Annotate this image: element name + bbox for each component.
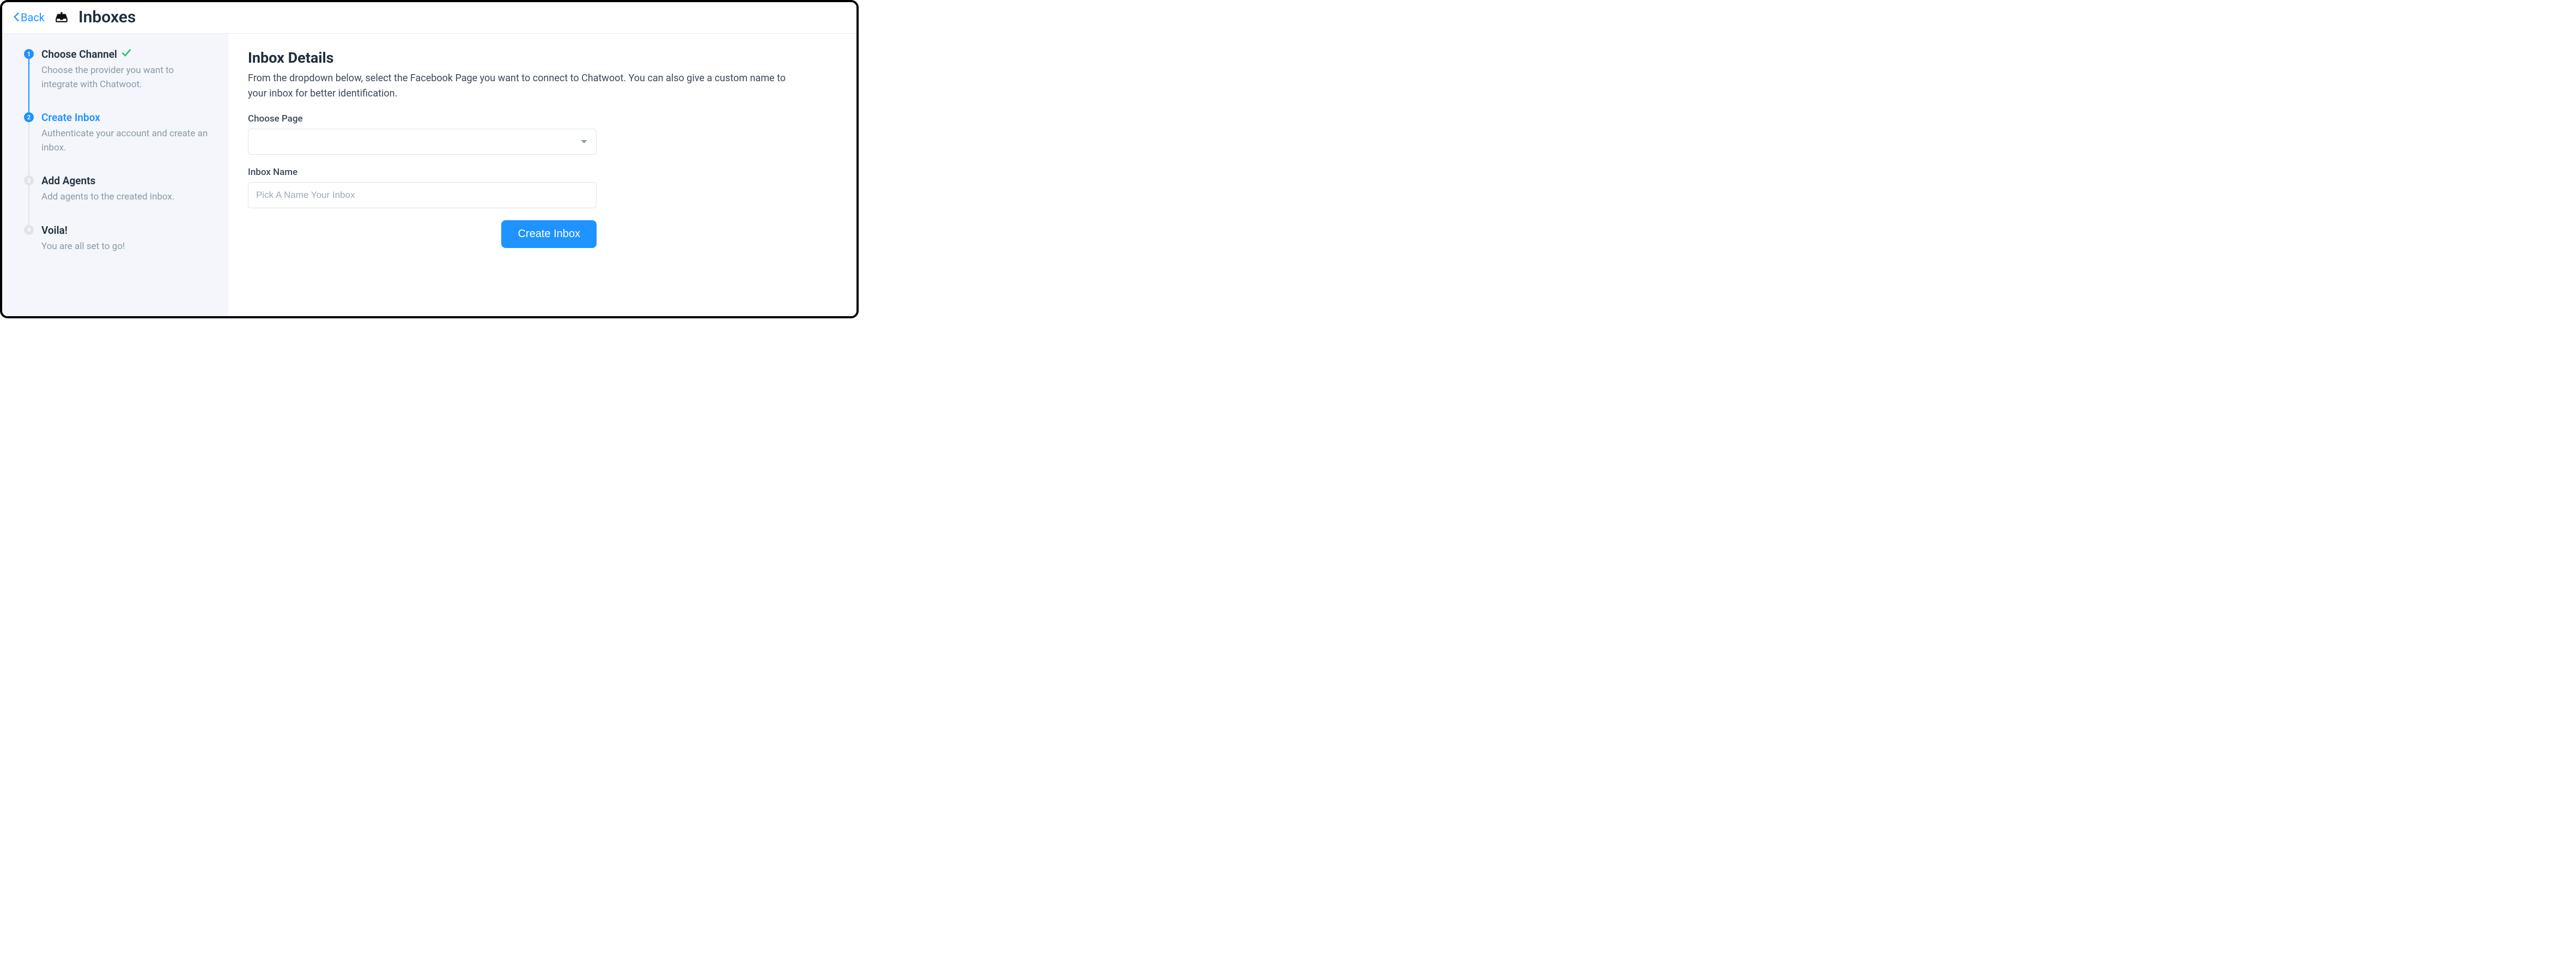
- step-number-badge: 2: [24, 112, 34, 122]
- wizard-steps: 1 Choose Channel Choose the provider you…: [24, 48, 218, 253]
- step-desc: You are all set to go!: [41, 240, 210, 254]
- step-desc: Add agents to the created inbox.: [41, 190, 210, 204]
- page-header: Back Inboxes: [2, 2, 856, 34]
- page-body: 1 Choose Channel Choose the provider you…: [2, 34, 856, 316]
- step-number-badge: 3: [24, 176, 34, 185]
- choose-page-label: Choose Page: [248, 113, 597, 124]
- choose-page-field: Choose Page: [248, 113, 597, 155]
- back-link[interactable]: Back: [13, 11, 45, 24]
- chevron-left-icon: [13, 11, 20, 24]
- inbox-name-input[interactable]: [248, 182, 597, 208]
- step-number-badge: 4: [24, 225, 34, 235]
- step-create-inbox[interactable]: 2 Create Inbox Authenticate your account…: [24, 111, 218, 174]
- back-label: Back: [21, 11, 45, 24]
- wizard-sidebar: 1 Choose Channel Choose the provider you…: [2, 34, 228, 316]
- step-choose-channel[interactable]: 1 Choose Channel Choose the provider you…: [24, 48, 218, 111]
- section-desc: From the dropdown below, select the Face…: [248, 71, 804, 101]
- check-icon: [121, 48, 131, 61]
- step-title: Add Agents: [41, 174, 95, 187]
- app-frame: Back Inboxes 1 Choose Channel Choose the…: [0, 0, 859, 318]
- step-title: Voila!: [41, 224, 68, 237]
- create-inbox-button[interactable]: Create Inbox: [501, 220, 597, 248]
- step-voila[interactable]: 4 Voila! You are all set to go!: [24, 224, 218, 254]
- choose-page-select[interactable]: [248, 129, 597, 155]
- inbox-name-field: Inbox Name: [248, 167, 597, 208]
- step-title: Create Inbox: [41, 111, 100, 124]
- step-add-agents[interactable]: 3 Add Agents Add agents to the created i…: [24, 174, 218, 224]
- inbox-name-label: Inbox Name: [248, 167, 597, 178]
- form-actions: Create Inbox: [248, 220, 597, 248]
- step-desc: Authenticate your account and create an …: [41, 127, 210, 155]
- inbox-icon: [54, 10, 69, 25]
- page-title: Inboxes: [78, 8, 136, 27]
- step-desc: Choose the provider you want to integrat…: [41, 64, 210, 92]
- step-number-badge: 1: [24, 49, 34, 59]
- main-panel: Inbox Details From the dropdown below, s…: [228, 34, 856, 316]
- step-title: Choose Channel: [41, 48, 117, 61]
- section-title: Inbox Details: [248, 49, 837, 67]
